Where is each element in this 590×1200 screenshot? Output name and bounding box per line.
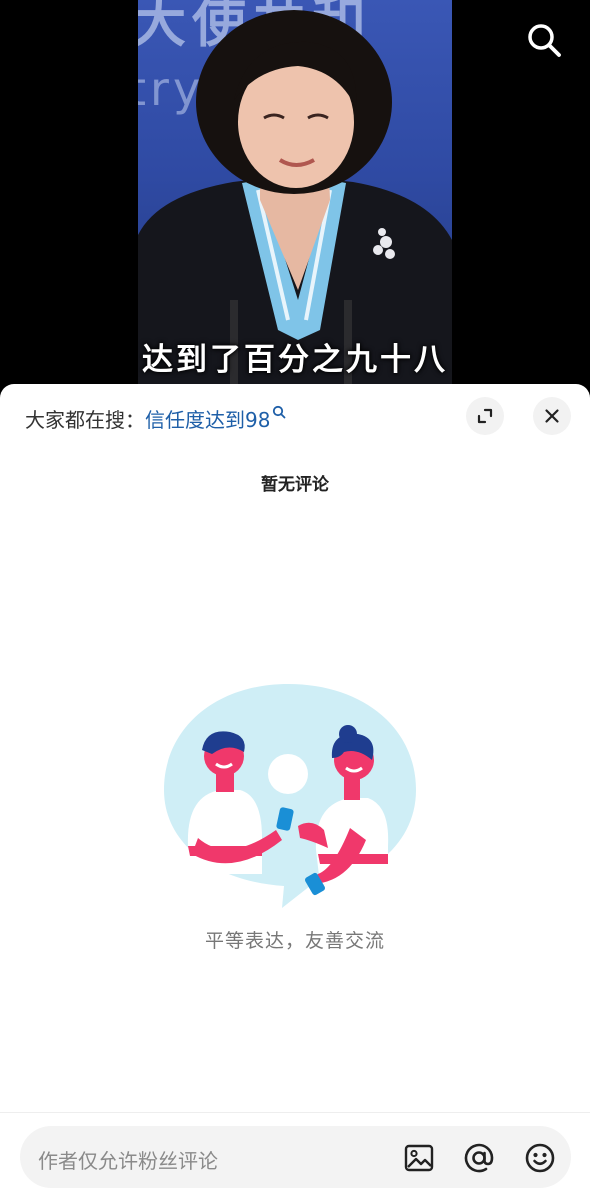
- comment-input-placeholder: 作者仅允许粉丝评论: [38, 1149, 218, 1173]
- emoji-icon[interactable]: [523, 1141, 557, 1175]
- comment-sheet: 大家都在搜：信任度达到98 暂无评论 平等表达，友善交流 作者仅允许粉丝评论: [0, 384, 590, 1200]
- top-search-button[interactable]: [522, 18, 566, 62]
- expand-button[interactable]: [466, 397, 504, 435]
- hot-search-suggestion: 大家都在搜：信任度达到98: [25, 404, 286, 433]
- close-icon: [545, 409, 559, 423]
- comment-input[interactable]: 作者仅允许粉丝评论: [20, 1126, 571, 1188]
- hot-search-query-link[interactable]: 信任度达到98: [145, 408, 270, 432]
- expand-icon: [477, 408, 493, 424]
- bottom-divider: [0, 1112, 590, 1113]
- video-subtitle: 达到了百分之九十八: [142, 342, 448, 378]
- close-button[interactable]: [533, 397, 571, 435]
- search-icon[interactable]: [522, 18, 566, 62]
- video-player[interactable]: 大使共和 try ore: [0, 0, 590, 390]
- at-icon[interactable]: [462, 1141, 496, 1175]
- video-frame: 大使共和 try ore: [138, 0, 452, 390]
- search-icon[interactable]: [272, 405, 286, 419]
- speaker-figure: [138, 10, 452, 390]
- empty-comments-illustration: [164, 684, 416, 908]
- empty-comments-title: 暂无评论: [261, 475, 329, 495]
- image-icon[interactable]: [402, 1141, 436, 1175]
- hot-search-label: 大家都在搜：: [25, 408, 145, 432]
- empty-comments-tagline: 平等表达，友善交流: [204, 930, 385, 952]
